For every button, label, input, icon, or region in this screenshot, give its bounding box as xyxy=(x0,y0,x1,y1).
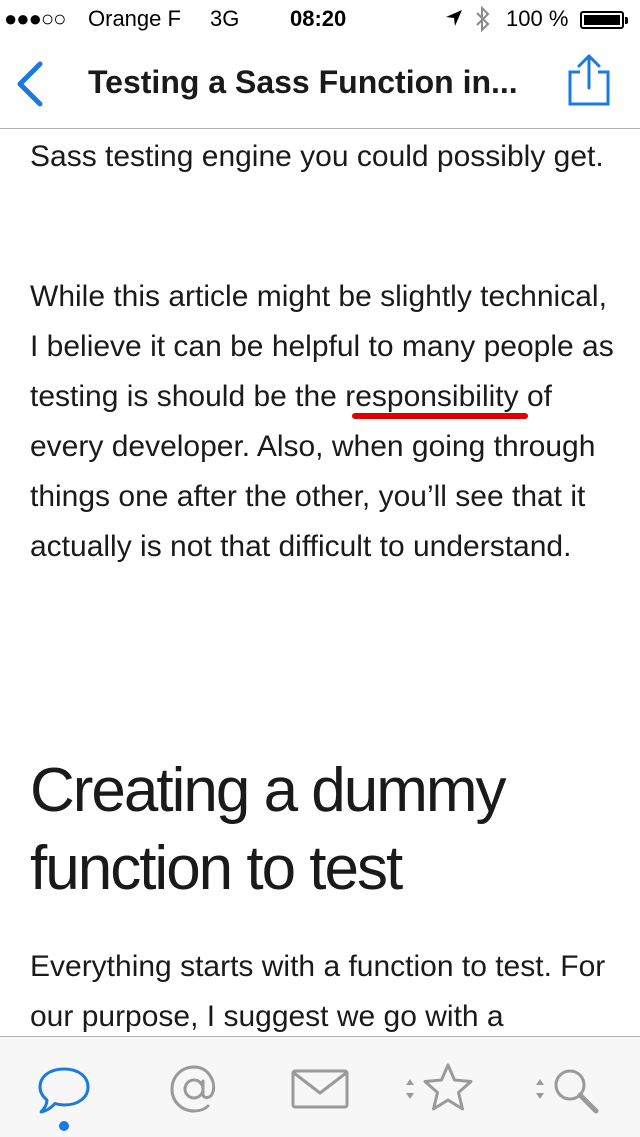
navigation-bar: Testing a Sass Function in... xyxy=(0,40,640,129)
tab-mentions[interactable] xyxy=(166,1059,222,1119)
at-sign-icon xyxy=(170,1065,216,1113)
search-icon xyxy=(536,1069,599,1114)
location-arrow-icon xyxy=(444,8,464,34)
red-underline-annotation xyxy=(352,413,528,419)
chevron-left-icon xyxy=(17,61,43,107)
status-time: 08:20 xyxy=(290,6,347,31)
status-bar: ●●●○○ Orange F 3G 08:20 100 % xyxy=(0,0,640,40)
tab-favorites[interactable] xyxy=(402,1059,478,1119)
article-content[interactable]: Sass testing engine you could possibly g… xyxy=(30,132,615,1036)
tab-bar xyxy=(0,1036,640,1137)
star-icon xyxy=(406,1063,473,1111)
envelope-icon xyxy=(291,1069,349,1109)
signal-strength: ●●●○○ xyxy=(4,6,66,31)
share-icon xyxy=(568,54,610,106)
share-button[interactable] xyxy=(566,52,612,108)
carrier-name: Orange F xyxy=(88,6,181,31)
speech-bubble-icon xyxy=(38,1067,90,1114)
battery-icon xyxy=(580,11,628,29)
active-tab-indicator xyxy=(59,1121,69,1131)
tab-messages[interactable] xyxy=(290,1059,350,1119)
bluetooth-icon xyxy=(474,5,492,38)
battery-percent: 100 % xyxy=(506,6,569,31)
tab-search[interactable] xyxy=(532,1059,604,1119)
article-paragraph: While this article might be slightly tec… xyxy=(30,280,614,563)
tab-conversations[interactable] xyxy=(36,1059,92,1119)
article-paragraph: Everything starts with a function to tes… xyxy=(30,950,606,1033)
back-button[interactable] xyxy=(12,58,52,110)
network-type: 3G xyxy=(210,6,240,31)
article-paragraph: Sass testing engine you could possibly g… xyxy=(30,140,604,173)
page-title: Testing a Sass Function in... xyxy=(88,64,518,100)
section-heading: Creating a dummy function to test xyxy=(30,756,507,903)
